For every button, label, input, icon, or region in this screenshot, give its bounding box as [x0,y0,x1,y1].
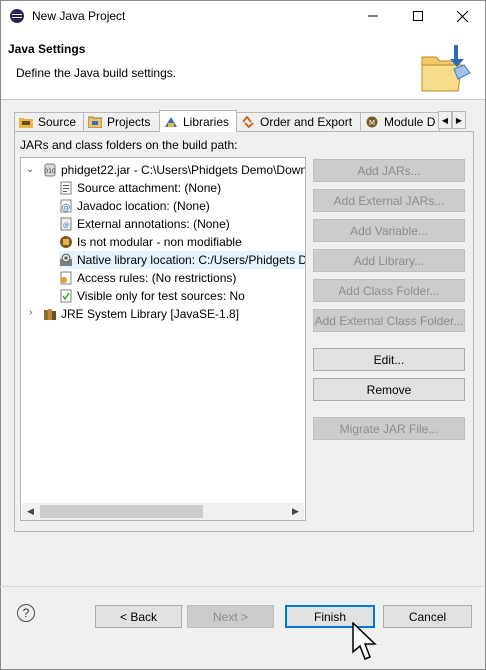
tab-module-dependencies[interactable]: M Module D [360,112,440,131]
tab-source-label: Source [38,115,77,129]
libraries-icon [164,116,178,128]
title-bar: New Java Project [1,1,485,31]
tab-scroll-right-button[interactable]: ▶ [452,111,466,129]
remove-button[interactable]: Remove [313,378,465,401]
maximize-icon [412,11,423,21]
tree-item-jre-system-library[interactable]: JRE System Library [JavaSE-1.8] [43,305,239,323]
tab-order-and-export-label: Order and Export [260,115,353,129]
svg-text:010: 010 [44,168,56,175]
java-project-folder-icon [421,45,471,92]
tab-projects-label: Projects [107,115,151,129]
chevron-right-icon: ▶ [455,115,463,125]
order-export-icon [241,115,255,129]
page-description: Define the Java build settings. [16,66,177,80]
expand-arrow-icon[interactable]: ⌄ [26,164,34,175]
horizontal-scrollbar[interactable]: ◀ ▶ [22,503,304,520]
svg-text:M: M [369,119,375,127]
eclipse-icon [10,9,24,23]
tree-item-test-sources[interactable]: Visible only for test sources: No [59,287,245,305]
tab-libraries[interactable]: Libraries [159,110,237,132]
footer-separator [0,586,484,587]
minimize-button[interactable] [350,1,395,31]
jar-icon: 010 [43,163,57,177]
add-jars-button[interactable]: Add JARs... [313,159,465,182]
source-attachment-icon [59,181,73,195]
build-path-label: JARs and class folders on the build path… [20,138,238,152]
tree-item-label: phidget22.jar - C:\Users\Phidgets Demo\D… [61,163,306,177]
tab-scroll-left-button[interactable]: ◀ [438,111,452,129]
tree-item-external-annotations[interactable]: @ External annotations: (None) [59,215,230,233]
tree-item-label: Javadoc location: (None) [77,199,210,213]
tab-bar: Source Projects Libraries Order and Expo… [14,110,476,132]
annotations-icon: @ [59,217,73,231]
svg-text:@: @ [62,203,71,213]
wizard-header: Java Settings Define the Java build sett… [1,31,485,100]
collapse-arrow-icon[interactable]: › [29,307,32,318]
library-icon [43,307,57,321]
tab-source[interactable]: Source [14,112,84,131]
tree-item-label: Is not modular - non modifiable [77,235,242,249]
tab-module-label: Module D [384,115,436,129]
add-external-class-folder-button[interactable]: Add External Class Folder... [313,309,465,332]
cancel-button[interactable]: Cancel [383,605,472,628]
close-icon [457,10,468,22]
tree-item-javadoc[interactable]: @ Javadoc location: (None) [59,197,210,215]
source-folder-icon [19,116,33,128]
tree-item-label: External annotations: (None) [77,217,230,231]
tab-projects[interactable]: Projects [83,112,160,131]
tree-item-label: JRE System Library [JavaSE-1.8] [61,307,240,321]
window-title: New Java Project [32,9,126,23]
close-button[interactable] [440,1,485,31]
tree-item-label: Visible only for test sources: No [77,289,245,303]
scroll-left-icon[interactable]: ◀ [22,503,39,520]
tree-item-module[interactable]: Is not modular - non modifiable [59,233,242,251]
tab-libraries-label: Libraries [183,114,230,129]
scroll-right-icon[interactable]: ▶ [287,503,304,520]
tree-item-jar[interactable]: 010 phidget22.jar - C:\Users\Phidgets De… [43,161,306,179]
next-button[interactable]: Next > [187,605,274,628]
chevron-left-icon: ◀ [441,115,449,125]
projects-icon [87,116,103,129]
test-sources-icon [59,289,73,303]
tree-item-native-library[interactable]: Native library location: C:/Users/Phidge… [59,251,306,269]
native-library-icon [59,253,73,267]
build-path-tree[interactable]: ⌄ 010 phidget22.jar - C:\Users\Phidgets … [20,157,306,521]
tree-item-label: Source attachment: (None) [77,181,222,195]
page-title: Java Settings [8,42,86,56]
help-button[interactable]: ? [17,604,35,622]
migrate-jar-button[interactable]: Migrate JAR File... [313,417,465,440]
add-external-jars-button[interactable]: Add External JARs... [313,189,465,212]
add-class-folder-button[interactable]: Add Class Folder... [313,279,465,302]
module-icon: M [365,116,379,128]
module-icon [59,235,73,249]
tree-item-access-rules[interactable]: Access rules: (No restrictions) [59,269,236,287]
edit-button[interactable]: Edit... [313,348,465,371]
tree-item-label: Access rules: (No restrictions) [77,271,237,285]
tab-order-and-export[interactable]: Order and Export [236,112,361,131]
tree-item-source-attachment[interactable]: Source attachment: (None) [59,179,221,197]
scrollbar-thumb[interactable] [40,505,203,518]
back-button[interactable]: < Back [95,605,182,628]
add-library-button[interactable]: Add Library... [313,249,465,272]
mouse-cursor-icon [352,622,377,660]
minimize-icon [367,15,378,17]
javadoc-icon: @ [59,199,73,213]
tree-item-label: Native library location: C:/Users/Phidge… [77,253,306,267]
maximize-button[interactable] [395,1,440,31]
svg-text:@: @ [63,222,69,229]
access-rules-icon [59,271,73,285]
add-variable-button[interactable]: Add Variable... [313,219,465,242]
